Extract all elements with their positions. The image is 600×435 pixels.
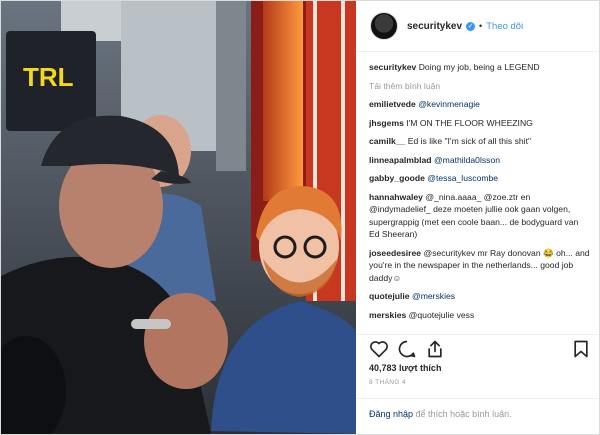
comment-username[interactable]: jhsgems [369,118,404,128]
comment-list: securitykev Doing my job, being a LEGEND… [369,61,591,331]
comment-text: @mathilda0lsson [433,154,501,165]
header-username[interactable]: securitykev [407,21,462,32]
comment-username[interactable]: camilk__ [369,136,405,146]
login-prompt: Đăng nhập để thích hoặc bình luận. [369,409,512,419]
comment-username[interactable]: linneapalmblad [369,155,432,165]
comment-username[interactable]: quotejulie [369,291,410,301]
login-prompt-text: để thích hoặc bình luận. [413,409,512,419]
divider [357,398,599,399]
separator-dot: • [479,21,483,31]
comment-text: Ed is like "I'm sick of all this shit" [407,136,532,146]
verified-icon: ✓ [466,21,476,31]
caption: securitykev Doing my job, being a LEGEND [369,61,591,74]
action-bar [369,339,591,361]
post-header: securitykev ✓ • Theo dõi [357,1,599,52]
comment-item: jhsgems I'M ON THE FLOOR WHEEZING [369,117,591,130]
comment-text: @quotejulie vess [408,309,475,320]
comment-text: @merskies [411,291,456,301]
comment-icon[interactable] [397,339,417,359]
comment-text: I'M ON THE FLOOR WHEEZING [406,117,533,128]
avatar[interactable] [370,12,398,40]
comment-text: @tessa_luscombe [427,173,499,183]
follow-button[interactable]: Theo dõi [486,21,523,32]
caption-text: Doing my job, being a LEGEND [418,62,540,72]
comment-username[interactable]: merskies [369,310,406,320]
login-link[interactable]: Đăng nhập [369,409,413,419]
comment-text: @kevinmenagie [418,99,480,109]
comment-item: camilk__ Ed is like "I'm sick of all thi… [369,135,591,148]
comment-item: linneapalmblad @mathilda0lsson [369,154,591,167]
like-count[interactable]: 40,783 lượt thích [369,363,441,373]
comment-username[interactable]: hannahwaley [369,192,423,202]
comment-username[interactable]: gabby_goode [369,173,425,183]
load-more-comments[interactable]: Tải thêm bình luận [369,80,591,93]
post-sidebar: securitykev ✓ • Theo dõi securitykev Doi… [357,1,599,434]
bookmark-icon[interactable] [571,339,591,359]
instagram-post: TRL securitykev ✓ • Theo dõi securitykev… [0,0,600,435]
share-icon[interactable] [425,339,445,359]
trl-sign: TRL [23,62,74,92]
comment-username[interactable]: emilietvede [369,99,416,109]
comment-item: emilietvede @kevinmenagie [369,98,591,111]
comment-item: joseedesiree @securitykev mr Ray donovan… [369,247,591,285]
comment-item: hannahwaley @_nina.aaaa_ @zoe.ztr en @in… [369,191,591,241]
comment-username[interactable]: joseedesiree [369,248,421,258]
photo-scene: TRL [1,1,356,434]
comment-item: merskies @quotejulie vess [369,309,591,322]
caption-username[interactable]: securitykev [369,62,416,72]
post-photo: TRL [1,1,356,434]
divider [357,334,599,335]
heart-icon[interactable] [369,339,389,359]
comment-item: quotejulie @merskies [369,290,591,303]
comment-item: gabby_goode @tessa_luscombe [369,172,591,185]
post-date: 8 THÁNG 4 [369,379,407,386]
